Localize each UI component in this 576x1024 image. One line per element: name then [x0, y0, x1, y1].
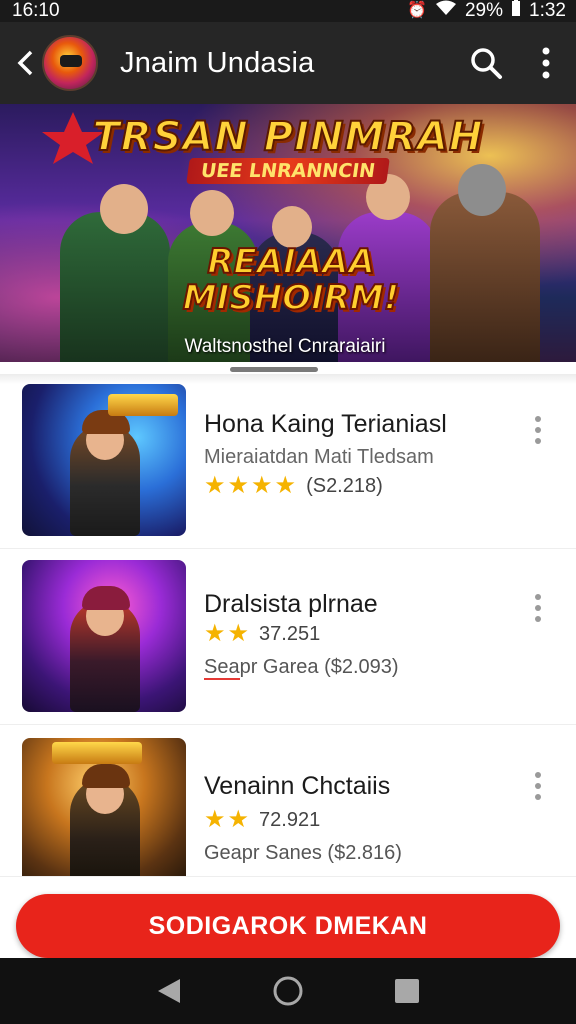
star-icon: ★ [274, 472, 297, 499]
battery-percent: 29% [464, 0, 504, 21]
star-icon: ★ [227, 620, 250, 647]
hero-head [190, 190, 234, 236]
thumb-badge [52, 742, 142, 764]
dot [535, 783, 541, 789]
game-title: Dralsista plrnae [204, 590, 378, 618]
game-subtitle: Mieraiatdan Mati Tledsam [204, 446, 434, 468]
dot [535, 594, 541, 600]
red-underline [204, 678, 240, 680]
back-arrow-icon[interactable] [0, 22, 36, 104]
sheet-shadow [0, 374, 576, 384]
hero-head [458, 164, 506, 216]
rating-text: 37.251 [259, 622, 321, 645]
alarm-icon: ⏰ [407, 2, 427, 19]
game-thumbnail[interactable] [22, 384, 186, 536]
game-list-item[interactable]: Venainn Chctaiis ★ ★ 72.921 Geapr Sanes … [0, 738, 576, 890]
game-list-sheet: Hona Kaing Terianiasl Mieraiatdan Mati T… [0, 362, 576, 890]
hero-figure [430, 192, 540, 362]
app-avatar[interactable] [42, 35, 98, 91]
game-rating: ★ ★ 72.921 [204, 808, 320, 832]
item-more-icon[interactable] [522, 762, 554, 810]
star-icon: ★ [204, 620, 226, 647]
dot [535, 605, 541, 611]
status-bar: 16:10 ⏰ 29% 1:32 [0, 0, 576, 22]
game-price: Geapr Sanes ($2.816) [204, 842, 402, 864]
game-title: Venainn Chctaiis [204, 772, 391, 800]
rating-text: (S2.218) [306, 474, 383, 497]
star-icon: ★ [251, 472, 273, 499]
dot [535, 416, 541, 422]
status-clock: 1:32 [529, 0, 566, 21]
system-nav-bar [0, 958, 576, 1024]
app-bar: Jnaim Undasia [0, 22, 576, 104]
dot [535, 438, 541, 444]
more-vert-icon[interactable] [516, 22, 576, 104]
rating-text: 72.921 [259, 808, 321, 831]
hero-head [100, 184, 148, 234]
battery-icon [511, 0, 521, 23]
app-title: Jnaim Undasia [120, 46, 315, 79]
cta-container: SODIGAROK DMEKAN [0, 876, 576, 958]
search-icon[interactable] [456, 22, 516, 104]
cta-divider [0, 876, 576, 877]
recents-square-icon[interactable] [385, 969, 429, 1013]
game-thumbnail[interactable] [22, 738, 186, 890]
game-price: Seapr Garea ($2.093) [204, 656, 399, 678]
star-icon: ★ [204, 806, 226, 833]
banner-logo-line1: REAIAAA [206, 242, 375, 282]
game-thumbnail[interactable] [22, 560, 186, 712]
game-list-item[interactable]: Hona Kaing Terianiasl Mieraiatdan Mati T… [0, 384, 576, 536]
banner-subtitle: Waltsnosthel Cnraraiairi [184, 336, 386, 357]
dot [535, 616, 541, 622]
thumb-hair [82, 586, 130, 610]
app-screen: 16:10 ⏰ 29% 1:32 Jnaim Undasia TRSAN PIN… [0, 0, 576, 1024]
banner-ribbon: UEE LNRANNCIN [186, 158, 390, 184]
star-icon: ★ [204, 472, 226, 499]
dot [535, 772, 541, 778]
item-more-icon[interactable] [522, 406, 554, 454]
banner-logo-line2: MISHOIRM! [182, 278, 401, 318]
game-title: Hona Kaing Terianiasl [204, 410, 447, 438]
back-triangle-icon[interactable] [147, 969, 191, 1013]
status-right: ⏰ 29% 1:32 [407, 0, 566, 23]
game-rating: ★ ★ 37.251 [204, 622, 320, 646]
dot [535, 794, 541, 800]
game-rating: ★ ★ ★ ★ (S2.218) [204, 474, 383, 498]
wifi-icon [435, 0, 457, 22]
banner-logo: REAIAAA MISHOIRM! [176, 242, 406, 318]
list-divider [0, 548, 576, 549]
star-icon: ★ [227, 472, 250, 499]
game-list-item[interactable]: Dralsista plrnae ★ ★ 37.251 Seapr Garea … [0, 560, 576, 712]
dot [535, 427, 541, 433]
item-more-icon[interactable] [522, 584, 554, 632]
promo-banner[interactable]: TRSAN PINMRAH UEE LNRANNCIN REAIAAA MISH… [0, 104, 576, 362]
thumb-hair [82, 764, 130, 788]
drag-handle[interactable] [230, 367, 318, 372]
status-time: 16:10 [12, 0, 60, 21]
thumb-badge [108, 394, 178, 416]
list-divider [0, 724, 576, 725]
star-icon: ★ [227, 806, 250, 833]
home-circle-icon[interactable] [266, 969, 310, 1013]
primary-cta-button[interactable]: SODIGAROK DMEKAN [16, 894, 560, 958]
banner-title: TRSAN PINMRAH [92, 113, 484, 161]
